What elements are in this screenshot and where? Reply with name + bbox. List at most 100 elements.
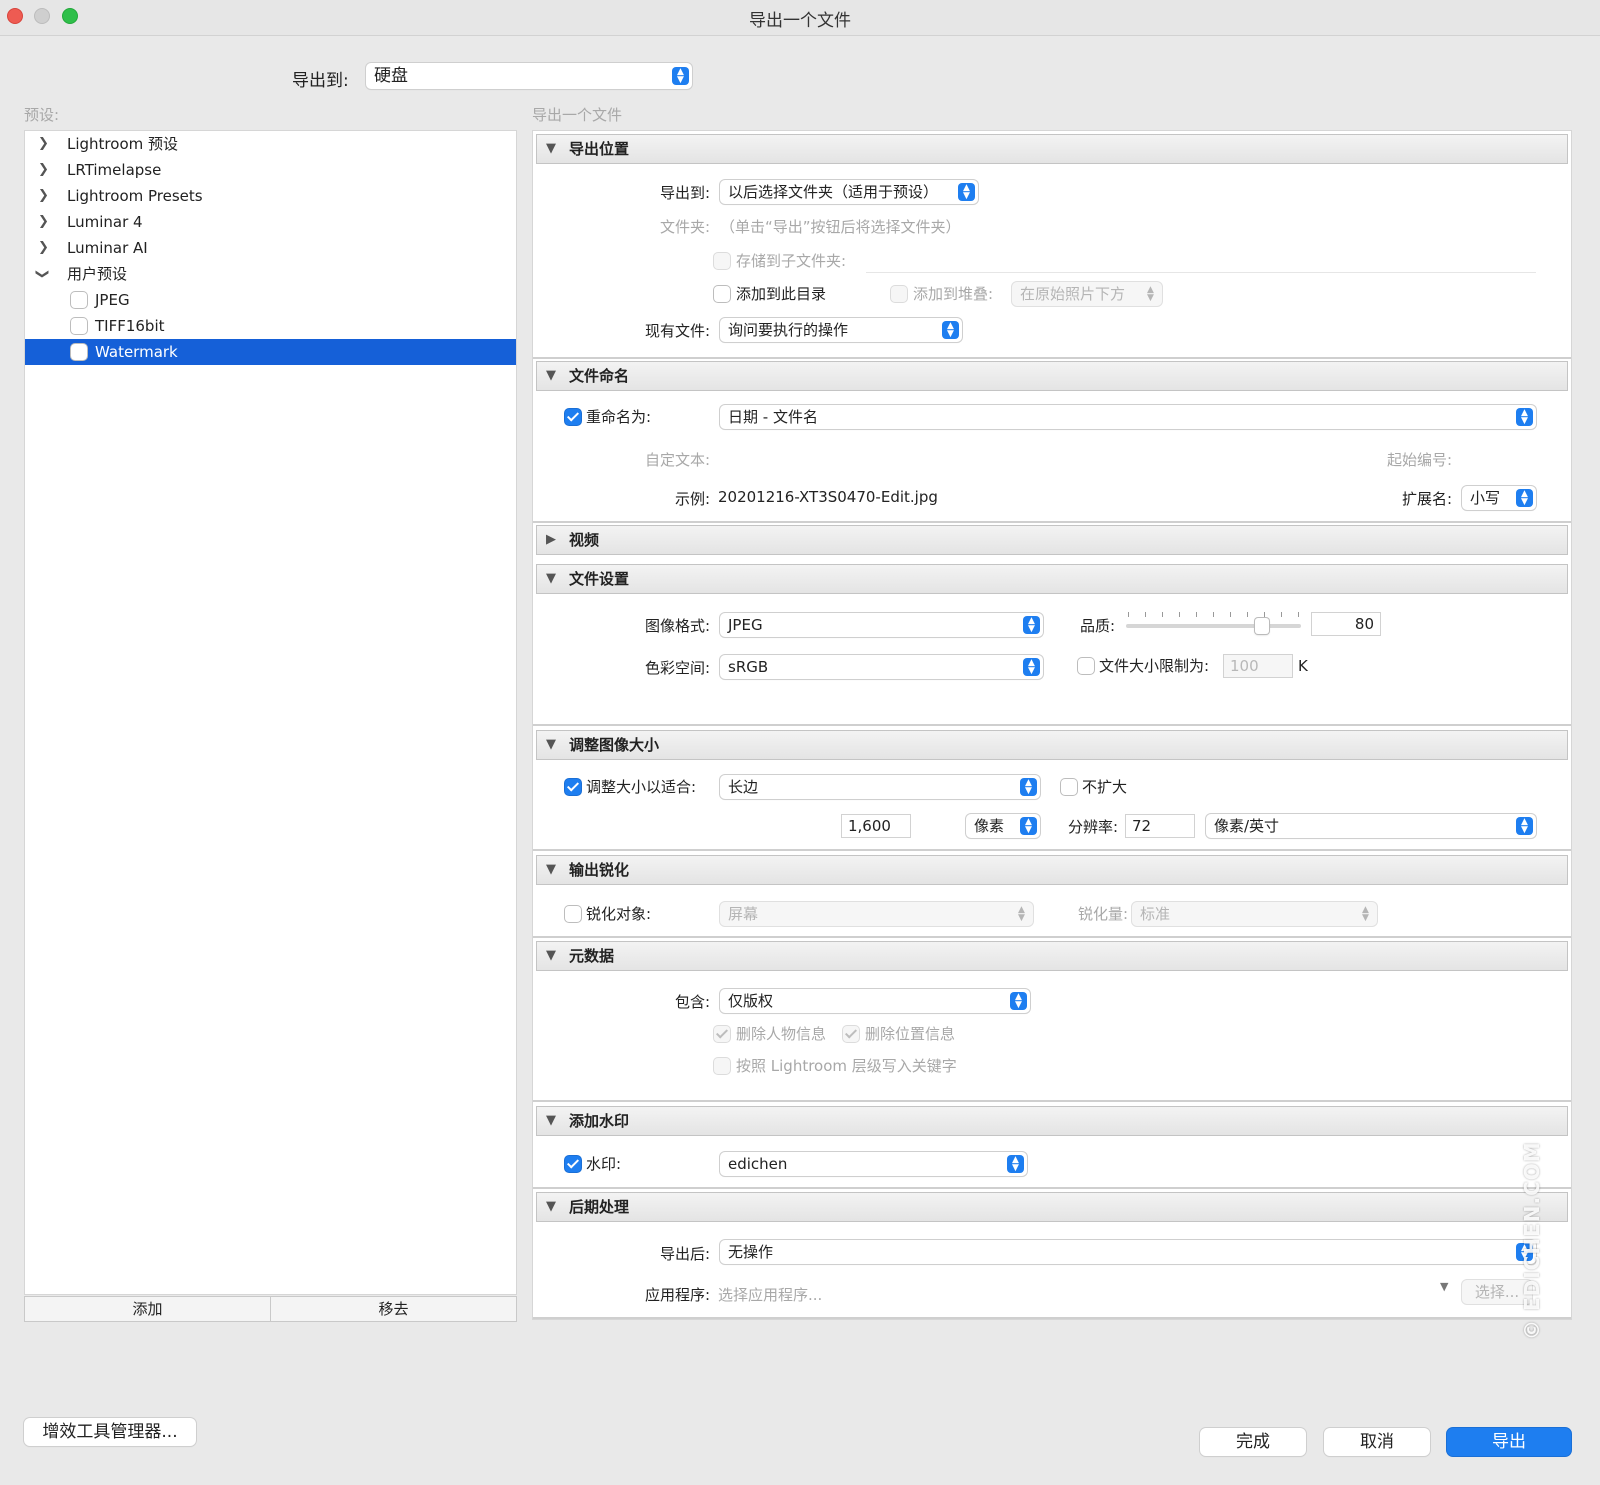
chevron-updown-icon: ▲ ▼ — [1516, 817, 1533, 835]
section-title: 添加水印 — [569, 1112, 630, 1130]
window-title: 导出一个文件 — [749, 11, 851, 31]
section-output-sharpening[interactable]: ▼ 输出锐化 — [536, 855, 1568, 885]
section-file-naming[interactable]: ▼ 文件命名 — [536, 361, 1568, 391]
add-to-stack-checkbox[interactable] — [891, 286, 907, 302]
resize-to-fit-checkbox[interactable] — [565, 779, 581, 795]
resolution-input[interactable]: 72 — [1126, 815, 1194, 837]
export-folder-popup[interactable]: 以后选择文件夹（适用于预设） ▲ ▼ — [720, 180, 978, 204]
preset-item-tiff16bit[interactable]: TIFF16bit — [25, 313, 516, 339]
triangle-down-icon: ▼ — [546, 1113, 556, 1128]
resize-to-fit-label: 调整大小以适合: — [586, 778, 697, 796]
section-metadata[interactable]: ▼ 元数据 — [536, 941, 1568, 971]
sharpen-for-label: 锐化对象: — [586, 905, 652, 923]
folder-value: （单击“导出”按钮后将选择文件夹） — [720, 218, 961, 236]
preset-checkbox[interactable] — [71, 344, 87, 360]
slider-tick — [1281, 612, 1282, 617]
color-space-popup[interactable]: sRGB ▲ ▼ — [720, 655, 1043, 679]
sharpen-amount-value: 标准 — [1140, 905, 1171, 923]
after-export-popup[interactable]: 无操作 ▲ ▼ — [720, 1240, 1536, 1264]
section-title: 元数据 — [569, 947, 615, 965]
include-metadata-popup[interactable]: 仅版权 ▲ ▼ — [720, 989, 1030, 1013]
preset-item-watermark[interactable]: Watermark — [25, 339, 516, 365]
add-preset-button[interactable]: 添加 — [24, 1296, 271, 1322]
after-export-value: 无操作 — [728, 1243, 774, 1261]
stack-position-value: 在原始照片下方 — [1020, 285, 1126, 303]
preset-folder-luminar-ai[interactable]: ❯ Luminar AI — [25, 235, 516, 261]
file-size-limit-input[interactable]: 100 — [1224, 655, 1292, 677]
size-unit-popup[interactable]: 像素 ▲ ▼ — [966, 814, 1040, 838]
export-to-popup[interactable]: 硬盘 ▲ ▼ — [366, 63, 692, 89]
preset-folder-user[interactable]: ❯ 用户预设 — [25, 261, 516, 287]
watermark-checkbox[interactable] — [565, 1156, 581, 1172]
quality-input[interactable]: 80 — [1312, 613, 1380, 635]
preset-folder-lightroom[interactable]: ❯ Lightroom 预设 — [25, 131, 516, 157]
preset-folder-label: Lightroom 预设 — [67, 135, 179, 153]
section-file-settings[interactable]: ▼ 文件设置 — [536, 564, 1568, 594]
rename-checkbox[interactable] — [565, 409, 581, 425]
application-field[interactable]: 选择应用程序... — [718, 1284, 822, 1305]
slider-thumb[interactable] — [1254, 618, 1269, 634]
preset-folder-lrtimelapse[interactable]: ❯ LRTimelapse — [25, 157, 516, 183]
resize-mode-popup[interactable]: 长边 ▲ ▼ — [720, 775, 1040, 799]
cancel-button[interactable]: 取消 — [1324, 1428, 1430, 1456]
preset-item-label: TIFF16bit — [95, 317, 165, 335]
section-divider — [533, 1187, 1571, 1189]
extension-popup[interactable]: 小写 ▲ ▼ — [1462, 486, 1536, 510]
preset-checkbox[interactable] — [71, 292, 87, 308]
preset-folder-luminar-4[interactable]: ❯ Luminar 4 — [25, 209, 516, 235]
write-keywords-hierarchy-checkbox[interactable] — [714, 1058, 730, 1074]
done-button[interactable]: 完成 — [1200, 1428, 1306, 1456]
remove-person-info-checkbox[interactable] — [714, 1026, 730, 1042]
preset-item-jpeg[interactable]: JPEG — [25, 287, 516, 313]
resolution-unit-popup[interactable]: 像素/英寸 ▲ ▼ — [1206, 814, 1536, 838]
section-watermarking[interactable]: ▼ 添加水印 — [536, 1106, 1568, 1136]
add-to-catalog-checkbox[interactable] — [714, 286, 730, 302]
sharpen-amount-popup[interactable]: 标准 ▲ ▼ — [1132, 902, 1377, 926]
section-video[interactable]: ▶ 视频 — [536, 525, 1568, 555]
export-button[interactable]: 导出 — [1447, 1428, 1571, 1456]
watermark-value: edichen — [728, 1155, 788, 1173]
add-to-catalog-label: 添加到此目录 — [736, 285, 827, 303]
chevron-right-icon: ❯ — [38, 214, 49, 229]
chevron-updown-icon: ▲ ▼ — [1023, 658, 1040, 676]
remove-preset-button[interactable]: 移去 — [270, 1296, 517, 1322]
rename-template-popup[interactable]: 日期 - 文件名 ▲ ▼ — [720, 405, 1536, 429]
preset-folder-lightroom-presets[interactable]: ❯ Lightroom Presets — [25, 183, 516, 209]
subfolder-field[interactable] — [866, 272, 1536, 273]
triangle-right-icon: ▶ — [546, 532, 556, 547]
section-post-processing[interactable]: ▼ 后期处理 — [536, 1192, 1568, 1222]
slider-tick — [1128, 612, 1129, 617]
section-title: 视频 — [569, 531, 600, 549]
preset-folder-label: Luminar AI — [67, 239, 148, 257]
chevron-updown-icon: ▲ ▼ — [1362, 905, 1369, 923]
color-space-label: 色彩空间: — [644, 659, 710, 677]
existing-files-popup[interactable]: 询问要执行的操作 ▲ ▼ — [720, 318, 962, 342]
dont-enlarge-checkbox[interactable] — [1061, 779, 1077, 795]
quality-slider[interactable] — [1126, 612, 1304, 638]
resolution-unit-value: 像素/英寸 — [1214, 817, 1280, 835]
subfolder-label: 存储到子文件夹: — [736, 252, 847, 270]
dont-enlarge-label: 不扩大 — [1082, 778, 1128, 796]
export-to-value: 硬盘 — [374, 66, 408, 86]
add-to-stack-label: 添加到堆叠: — [913, 285, 994, 303]
section-export-location[interactable]: ▼ 导出位置 — [536, 134, 1568, 164]
sharpen-checkbox[interactable] — [565, 906, 581, 922]
section-image-sizing[interactable]: ▼ 调整图像大小 — [536, 730, 1568, 760]
triangle-down-icon[interactable]: ▼ — [1440, 1280, 1448, 1293]
presets-label: 预设: — [24, 106, 60, 124]
section-divider — [533, 1317, 1571, 1319]
section-divider — [533, 1100, 1571, 1102]
sharpen-for-popup[interactable]: 屏幕 ▲ ▼ — [720, 902, 1033, 926]
stack-position-popup[interactable]: 在原始照片下方 ▲ ▼ — [1012, 282, 1162, 306]
subfolder-checkbox[interactable] — [714, 253, 730, 269]
watermark-popup[interactable]: edichen ▲ ▼ — [720, 1152, 1027, 1176]
slider-tick — [1247, 612, 1248, 617]
file-size-limit-checkbox[interactable] — [1078, 658, 1094, 674]
remove-location-info-checkbox[interactable] — [843, 1026, 859, 1042]
long-edge-input[interactable]: 1,600 — [842, 815, 910, 837]
slider-tick — [1264, 612, 1265, 617]
plugin-manager-button[interactable]: 增效工具管理器... — [24, 1418, 196, 1446]
preset-checkbox[interactable] — [71, 318, 87, 334]
resize-mode-value: 长边 — [728, 778, 759, 796]
image-format-popup[interactable]: JPEG ▲ ▼ — [720, 613, 1043, 637]
